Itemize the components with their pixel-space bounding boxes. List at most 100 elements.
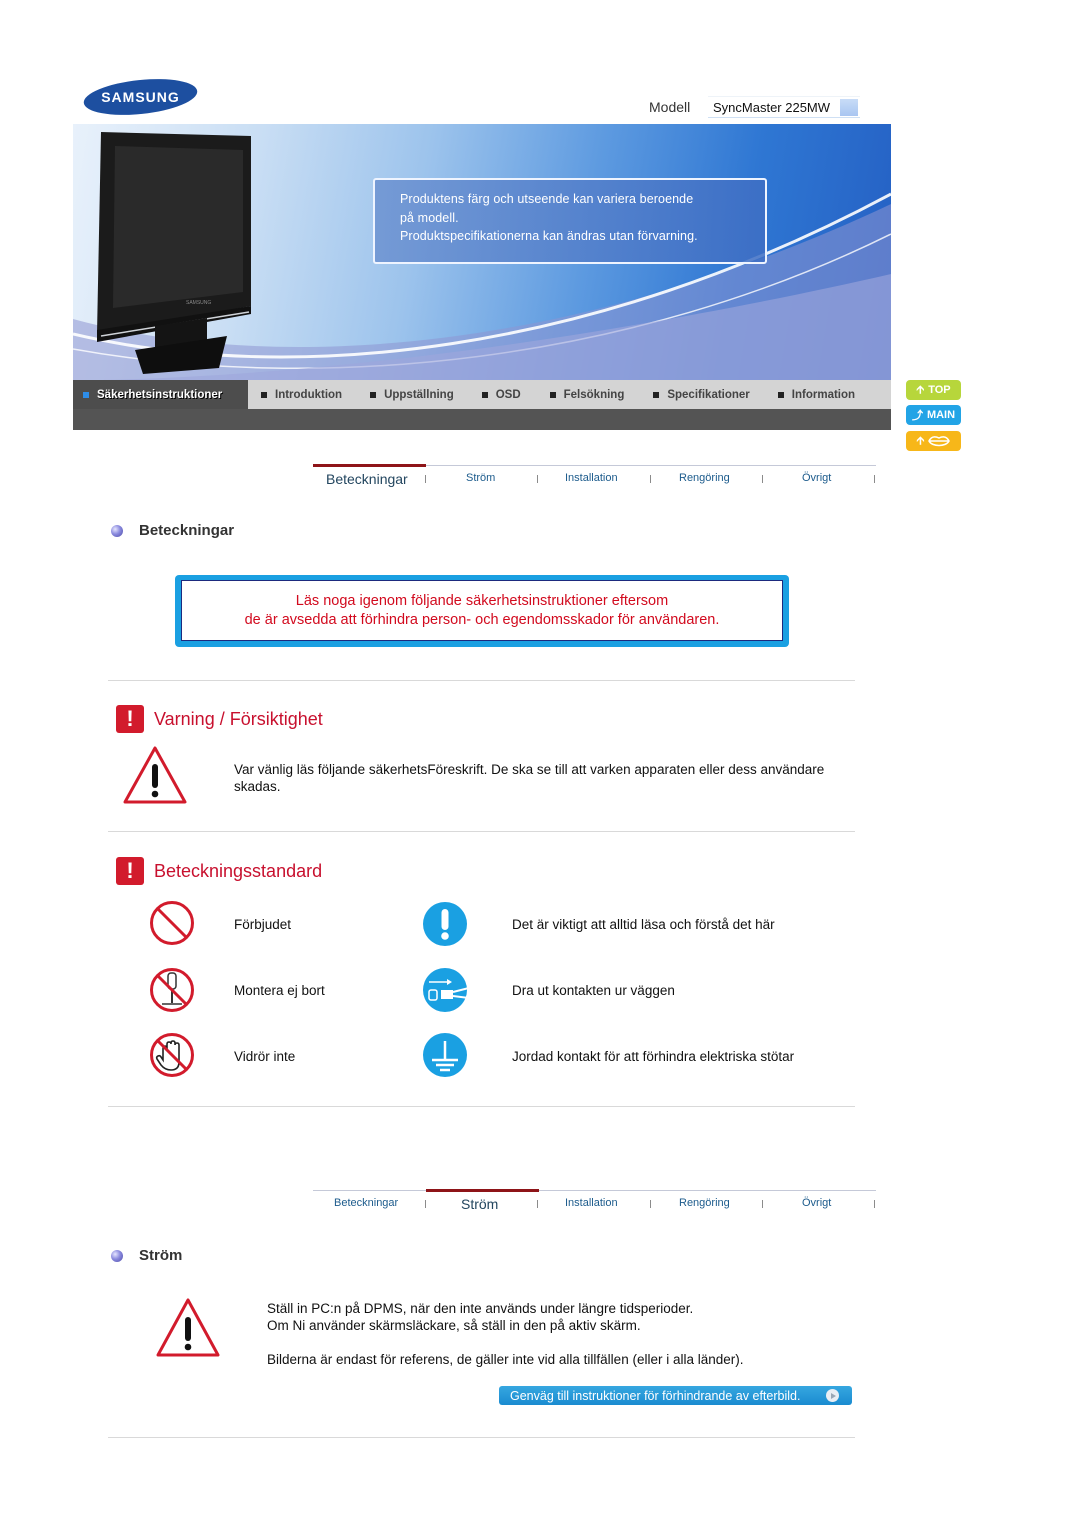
- nav-label: Specifikationer: [667, 388, 750, 401]
- symbol-label: Vidrör inte: [234, 1049, 296, 1064]
- model-selector[interactable]: SyncMaster 225MW: [708, 96, 860, 118]
- warning-title: Varning / Försiktighet: [154, 708, 323, 729]
- top-label: TOP: [928, 384, 951, 396]
- lips-icon: [928, 436, 951, 447]
- tab-separator: [762, 475, 763, 483]
- active-tab-indicator: [313, 464, 426, 467]
- nav-bullet-icon: [653, 391, 660, 398]
- top-button[interactable]: 🡩 TOP: [906, 380, 961, 400]
- notice-line: Läs noga igenom följande säkerhetsinstru…: [295, 593, 669, 609]
- nav-item-introduktion[interactable]: Introduktion: [261, 380, 342, 409]
- divider: [108, 1106, 855, 1107]
- warning-text: Var vänlig läs följande säkerhetsFöreskr…: [234, 762, 825, 794]
- symbol-label: Förbjudet: [234, 917, 292, 932]
- exclamation-badge-icon: !: [116, 705, 144, 733]
- reference-note: Bilderna är endast för referens, de gäll…: [267, 1352, 744, 1367]
- banner-note-line: Produktspecifikationerna kan ändras utan…: [400, 229, 698, 243]
- tab-separator: [650, 1200, 651, 1208]
- standard-title: Beteckningsstandard: [154, 860, 323, 881]
- nav-item-felsokning[interactable]: Felsökning: [549, 380, 624, 409]
- svg-text:SAMSUNG: SAMSUNG: [186, 300, 211, 306]
- subtab-installation[interactable]: Installation: [565, 472, 618, 484]
- strom-line: Ställ in PC:n på DPMS, när den inte anvä…: [267, 1301, 694, 1316]
- section-title: Ström: [139, 1247, 183, 1264]
- section-heading-strom: Ström: [111, 1247, 182, 1264]
- link-label: Genväg till instruktioner för förhindran…: [510, 1388, 801, 1403]
- product-banner: SAMSUNG Produktens färg och utseende kan…: [73, 124, 891, 380]
- warning-triangle-icon: [123, 746, 187, 804]
- nav-underbar: [73, 409, 891, 430]
- symbol-label: Jordad kontakt för att förhindra elektri…: [512, 1049, 795, 1064]
- subtab-beteckningar[interactable]: Beteckningar: [334, 1197, 398, 1209]
- banner-disclaimer: Produktens färg och utseende kan variera…: [373, 178, 767, 264]
- samsung-logo[interactable]: SAMSUNG: [82, 77, 199, 117]
- subtab-ovrigt[interactable]: Övrigt: [802, 472, 831, 484]
- section-bullet-icon: [111, 524, 123, 537]
- subtab-rengoring[interactable]: Rengöring: [679, 472, 730, 484]
- model-dropdown-swatch[interactable]: [840, 99, 858, 116]
- section-heading-beteckningar: Beteckningar: [111, 522, 234, 539]
- exclamation-badge-icon: !: [116, 857, 144, 885]
- subtab-rengoring[interactable]: Rengöring: [679, 1197, 730, 1209]
- banner-note-line: Produktens färg och utseende kan variera…: [400, 192, 694, 206]
- subtab-ovrigt[interactable]: Övrigt: [802, 1197, 831, 1209]
- tab-separator: [762, 1200, 763, 1208]
- symbol-label: Montera ej bort: [234, 983, 325, 998]
- turn-arrow-icon: ⤴: [911, 410, 923, 422]
- nav-label: Information: [791, 388, 856, 401]
- no-disassemble-icon: [150, 968, 194, 1012]
- section-title: Beteckningar: [139, 522, 235, 539]
- warning-triangle-icon: [156, 1298, 220, 1357]
- model-value: SyncMaster 225MW: [713, 99, 831, 115]
- nav-label: OSD: [495, 388, 521, 401]
- important-icon: [423, 902, 467, 946]
- arrow-up-icon: 🡩: [916, 383, 925, 396]
- banner-note-line: på modell.: [400, 210, 459, 225]
- nav-label: Säkerhetsinstruktioner: [97, 388, 223, 401]
- prohibited-icon: [150, 901, 194, 945]
- main-navigation: Säkerhetsinstruktioner Introduktion Upps…: [73, 380, 891, 409]
- subtab-strom[interactable]: Ström: [461, 1196, 498, 1212]
- logo-text: SAMSUNG: [101, 89, 180, 105]
- subtabs-bottom: Beteckningar Ström Installation Rengörin…: [313, 1189, 876, 1218]
- nav-item-specifikationer[interactable]: Specifikationer: [653, 380, 750, 409]
- strom-instructions: Ställ in PC:n på DPMS, när den inte anvä…: [267, 1300, 847, 1334]
- strom-line: Om Ni använder skärmsläckare, så ställ i…: [267, 1318, 641, 1333]
- divider: [108, 1437, 855, 1438]
- symbol-label: Det är viktigt att alltid läsa och först…: [512, 917, 775, 932]
- subtab-beteckningar[interactable]: Beteckningar: [326, 471, 408, 487]
- subtabs-top: Beteckningar Ström Installation Rengörin…: [313, 464, 876, 493]
- nav-item-uppstallning[interactable]: Uppställning: [370, 380, 454, 409]
- model-label: Modell: [649, 99, 691, 115]
- up-button[interactable]: 🡩: [906, 431, 961, 451]
- nav-bullet-icon: [261, 391, 267, 398]
- subtab-strom[interactable]: Ström: [466, 472, 495, 484]
- notice-line: de är avsedda att förhindra person- och …: [244, 612, 720, 628]
- nav-label: Introduktion: [275, 388, 343, 401]
- afterimage-instructions-link[interactable]: Genväg till instruktioner för förhindran…: [499, 1386, 852, 1405]
- nav-bullet-icon: [370, 391, 377, 398]
- nav-bullet-icon: [83, 391, 89, 398]
- divider: [108, 680, 855, 681]
- arrow-up-icon: 🡩: [916, 434, 925, 447]
- nav-item-information[interactable]: Information: [777, 380, 856, 409]
- tab-separator: [874, 475, 875, 483]
- divider: [108, 831, 855, 832]
- nav-bullet-icon: [481, 391, 488, 398]
- no-touch-icon: [150, 1033, 194, 1077]
- subtab-installation[interactable]: Installation: [565, 1197, 618, 1209]
- nav-item-sakerhetsinstruktioner[interactable]: Säkerhetsinstruktioner: [73, 380, 248, 409]
- warning-heading: ! Varning / Försiktighet: [116, 705, 323, 733]
- nav-item-osd[interactable]: OSD: [481, 380, 521, 409]
- safety-notice-box: Läs noga igenom följande säkerhetsinstru…: [175, 575, 789, 647]
- play-icon: [826, 1389, 839, 1402]
- tab-separator: [425, 1200, 426, 1208]
- tab-separator: [537, 1200, 538, 1208]
- monitor-image: SAMSUNG: [97, 132, 251, 374]
- symbol-label: Dra ut kontakten ur väggen: [512, 983, 675, 998]
- ground-icon: [423, 1033, 467, 1077]
- nav-bullet-icon: [549, 391, 556, 398]
- tab-separator: [425, 475, 426, 483]
- main-button[interactable]: ⤴ MAIN: [906, 405, 961, 425]
- standard-heading: ! Beteckningsstandard: [116, 857, 322, 885]
